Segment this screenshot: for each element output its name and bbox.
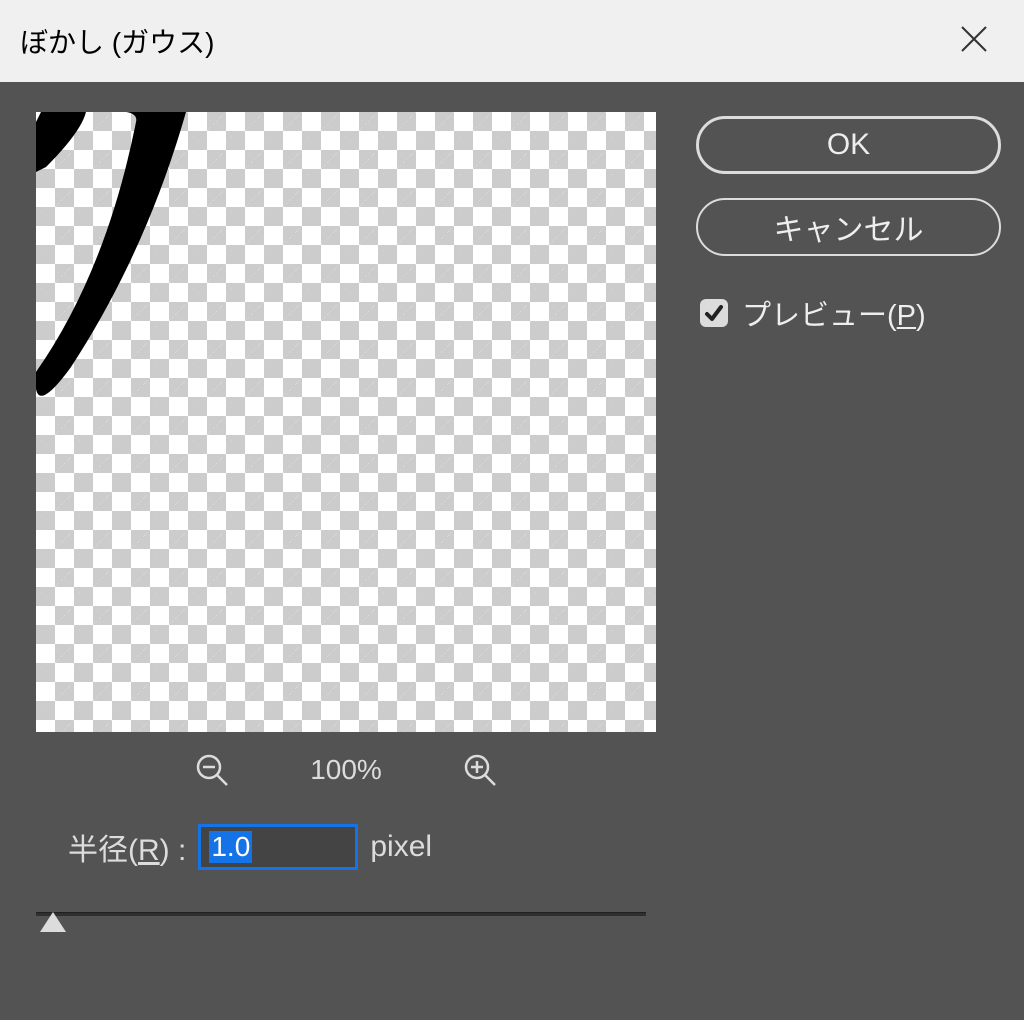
radius-control: 半径(R) : 1.0 pixel [68, 824, 656, 870]
slider-thumb-icon[interactable] [40, 912, 66, 932]
zoom-level: 100% [310, 754, 382, 786]
dialog-title: ぼかし (ガウス) [20, 21, 214, 61]
radius-input[interactable]: 1.0 [198, 824, 358, 870]
zoom-in-icon[interactable] [462, 752, 498, 788]
radius-unit: pixel [370, 830, 432, 864]
preview-canvas[interactable] [36, 112, 656, 732]
ok-button[interactable]: OK [696, 116, 1001, 174]
close-icon[interactable] [944, 17, 1004, 66]
cancel-button[interactable]: キャンセル [696, 198, 1001, 256]
preview-label: プレビュー(P) [742, 292, 926, 334]
radius-label: 半径(R) : [68, 825, 186, 869]
zoom-out-icon[interactable] [194, 752, 230, 788]
titlebar: ぼかし (ガウス) [0, 0, 1024, 82]
radius-slider[interactable] [36, 912, 646, 916]
preview-checkbox[interactable] [700, 299, 728, 327]
